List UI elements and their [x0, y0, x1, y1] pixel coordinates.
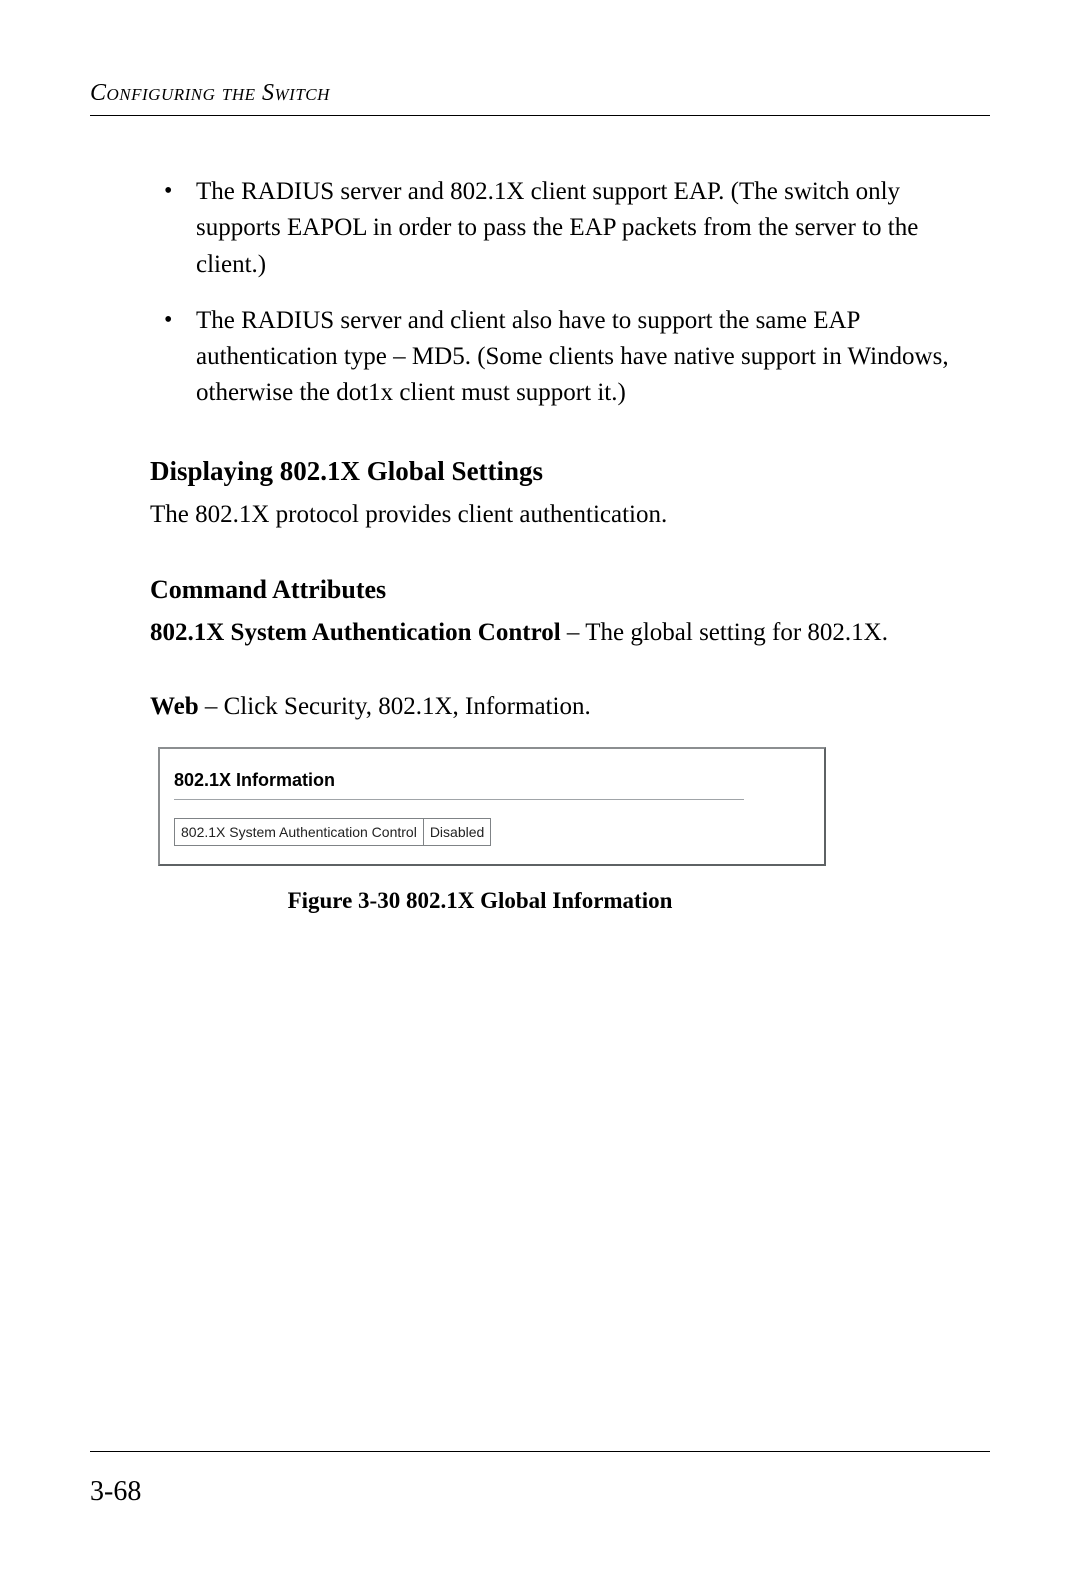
section-intro: The 802.1X protocol provides client auth… [150, 497, 990, 533]
bullet-item: The RADIUS server and 802.1X client supp… [150, 174, 990, 283]
attr-desc: – The global setting for 802.1X. [561, 619, 888, 646]
web-rest: – Click Security, 802.1X, Information. [199, 693, 591, 720]
section-heading: Displaying 802.1X Global Settings [150, 452, 990, 491]
table-cell-label: 802.1X System Authentication Control [175, 819, 424, 846]
table-row: 802.1X System Authentication Control Dis… [175, 819, 491, 846]
command-attribute-line: 802.1X System Authentication Control – T… [150, 615, 990, 651]
bullet-text: The RADIUS server and 802.1X client supp… [196, 178, 918, 278]
footer-rule [90, 1451, 990, 1452]
screenshot-panel: 802.1X Information 802.1X System Authent… [158, 747, 826, 866]
web-nav-line: Web – Click Security, 802.1X, Informatio… [150, 689, 990, 725]
web-label: Web [150, 693, 199, 720]
command-attributes-heading: Command Attributes [150, 571, 990, 609]
page-number: 3-68 [90, 1476, 141, 1508]
bullet-text: The RADIUS server and client also have t… [196, 307, 949, 407]
screenshot-rule [174, 799, 744, 800]
running-head: Configuring the Switch [90, 80, 990, 107]
body: The RADIUS server and 802.1X client supp… [90, 174, 990, 918]
bullet-list: The RADIUS server and 802.1X client supp… [150, 174, 990, 412]
screenshot-title: 802.1X Information [174, 767, 810, 793]
table-cell-value: Disabled [423, 819, 490, 846]
header-rule [90, 115, 990, 116]
page: Configuring the Switch The RADIUS server… [0, 0, 1080, 1570]
figure-caption: Figure 3-30 802.1X Global Information [150, 884, 810, 917]
screenshot-table: 802.1X System Authentication Control Dis… [174, 818, 491, 846]
bullet-item: The RADIUS server and client also have t… [150, 303, 990, 412]
running-head-text: Configuring the Switch [90, 80, 330, 106]
attr-name: 802.1X System Authentication Control [150, 619, 561, 646]
